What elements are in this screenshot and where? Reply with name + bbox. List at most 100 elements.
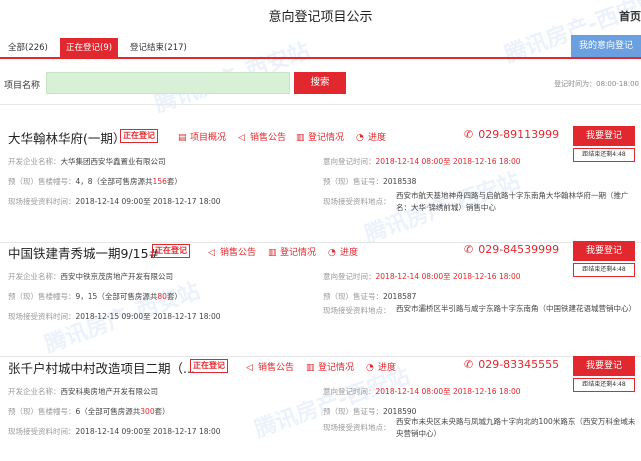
developer-value: 西安科奥房地产开发有限公司: [60, 387, 159, 396]
top-bar: 意向登记项目公示 首页: [0, 0, 641, 30]
intent-time-label: 意向登记时间：: [323, 157, 376, 166]
bar-chart-icon: ▥: [268, 248, 277, 258]
onsite-time-row: 现场接受资料时间：2018-12-14 09:00至 2018-12-17 18…: [8, 196, 221, 207]
onsite-time-value: 2018-12-14 09:00至 2018-12-17 18:00: [75, 427, 221, 436]
project-name[interactable]: 大华翰林华府(一期）: [8, 128, 125, 147]
bar-chart-icon: ▥: [296, 133, 305, 143]
onsite-addr-label: 现场接受资料地点：: [323, 197, 391, 206]
registration-status-link[interactable]: ▥ 登记情况: [268, 245, 316, 258]
cert-label: 预（现）售证号：: [323, 177, 383, 186]
developer-value: 西安中铁京茂房地产开发有限公司: [60, 272, 174, 281]
sales-notice-label: 销售公告: [250, 133, 287, 143]
registration-status-label: 登记情况: [318, 363, 355, 373]
cert-label: 预（现）售证号：: [323, 292, 383, 301]
sales-notice-link[interactable]: ◁ 销售公告: [246, 360, 294, 373]
registration-status-label: 登记情况: [308, 133, 345, 143]
intent-time-row: 意向登记时间：2018-12-14 08:00至 2018-12-16 18:0…: [323, 156, 521, 167]
phone-value: 029-84539999: [478, 243, 560, 256]
cert-row: 预（现）售证号：2018587: [323, 291, 416, 302]
developer-row: 开发企业名称：西安科奥房地产开发有限公司: [8, 386, 158, 397]
progress-label: 进度: [378, 363, 397, 373]
intent-time-value: 2018-12-14 08:00至 2018-12-16 18:00: [375, 272, 521, 281]
progress-icon: ◔: [356, 133, 364, 143]
registration-status-link[interactable]: ▥ 登记情况: [306, 360, 354, 373]
phone-number: ✆ 029-83345555: [464, 358, 559, 371]
overview-link[interactable]: ▤ 项目概况: [178, 130, 226, 143]
cert-value: 2018538: [383, 177, 417, 186]
megaphone-icon: ◁: [238, 133, 245, 143]
sales-notice-label: 销售公告: [220, 248, 257, 258]
progress-link[interactable]: ◔ 进度: [366, 360, 396, 373]
developer-label: 开发企业名称：: [8, 272, 61, 281]
project-name[interactable]: 张千户村城中村改造项目二期（...: [8, 358, 195, 377]
registration-hours: 登记时间为：08:00-18:00: [554, 80, 639, 88]
intent-time-label: 意向登记时间：: [323, 272, 376, 281]
project-name[interactable]: 中国铁建青秀城一期9/15#: [8, 243, 159, 262]
developer-label: 开发企业名称：: [8, 157, 61, 166]
onsite-time-value: 2018-12-15 09:00至 2018-12-17 18:00: [75, 312, 221, 321]
sales-notice-label: 销售公告: [258, 363, 295, 373]
register-button[interactable]: 我要登记: [573, 356, 635, 376]
intent-time-row: 意向登记时间：2018-12-14 08:00至 2018-12-16 18:0…: [323, 271, 521, 282]
sales-notice-link[interactable]: ◁ 销售公告: [238, 130, 286, 143]
building-label: 预（现）售楼幢号：: [8, 177, 76, 186]
onsite-addr-value: 西安市未央区未央路与凤城九路十字向北的100米路东（西安万科金域未央营销中心）: [396, 417, 636, 438]
divider: [0, 356, 641, 357]
onsite-time-value: 2018-12-14 09:00至 2018-12-17 18:00: [75, 197, 221, 206]
onsite-time-row: 现场接受资料时间：2018-12-14 09:00至 2018-12-17 18…: [8, 426, 221, 437]
project-entry: 大华翰林华府(一期） 正在登记 ▤ 项目概况 ◁ 销售公告 ▥ 登记情况 ◔ 进度 ✆ 0…: [0, 126, 641, 243]
phone-number: ✆ 029-89113999: [464, 128, 559, 141]
onsite-addr-label: 现场接受资料地点：: [323, 423, 391, 432]
phone-icon: ✆: [464, 358, 474, 371]
unit-count: 80: [157, 292, 167, 301]
onsite-time-label: 现场接受资料时间：: [8, 312, 76, 321]
megaphone-icon: ◁: [246, 363, 253, 373]
progress-link[interactable]: ◔ 进度: [356, 130, 386, 143]
search-button[interactable]: 搜索: [294, 72, 346, 94]
onsite-time-row: 现场接受资料时间：2018-12-15 09:00至 2018-12-17 18…: [8, 311, 221, 322]
tab-all[interactable]: 全部(226): [8, 38, 48, 58]
onsite-addr-value: 西安市航天基地神舟四路与启航路十字东南角大华翰林华府一期（推广名：大华·锦绣前城…: [396, 191, 629, 212]
my-intent-button[interactable]: 我的意向登记: [571, 35, 641, 57]
registration-status-link[interactable]: ▥ 登记情况: [296, 130, 344, 143]
page: 腾讯房产-西安站 腾讯房产-西安站 腾讯房产-西安站 腾讯房产-西安站 腾讯房产…: [0, 0, 641, 461]
progress-label: 进度: [368, 133, 387, 143]
building-row: 预（现）售楼幢号：6（全部可售房源共300套）: [8, 406, 170, 417]
home-link[interactable]: 首页: [619, 8, 641, 24]
tab-ended[interactable]: 登记结束(217): [130, 38, 187, 58]
progress-icon: ◔: [328, 248, 336, 258]
unit-count: 156: [152, 177, 167, 186]
building-row: 预（现）售楼幢号：4，8（全部可售房源共156套）: [8, 176, 182, 187]
developer-value: 大华集团西安华鑫置业有限公司: [60, 157, 166, 166]
intent-time-value: 2018-12-14 08:00至 2018-12-16 18:00: [375, 157, 521, 166]
page-title: 意向登记项目公示: [268, 10, 373, 25]
building-prefix: 4，8（全部可售房源共: [75, 177, 153, 186]
building-suffix: 套）: [166, 177, 182, 186]
cert-label: 预（现）售证号：: [323, 407, 383, 416]
cert-value: 2018590: [383, 407, 417, 416]
progress-link[interactable]: ◔ 进度: [328, 245, 358, 258]
onsite-addr-value: 西安市灞桥区半引路与咸宁东路十字东南角（中国铁建花语城营销中心）: [396, 304, 636, 313]
intent-time-label: 意向登记时间：: [323, 387, 376, 396]
building-row: 预（现）售楼幢号：9，15（全部可售房源共80套）: [8, 291, 182, 302]
search-label: 项目名称: [4, 81, 41, 91]
register-button[interactable]: 我要登记: [573, 126, 635, 146]
building-prefix: 9，15（全部可售房源共: [75, 292, 158, 301]
building-suffix: 套）: [154, 407, 170, 416]
document-icon: ▤: [178, 133, 187, 143]
cert-row: 预（现）售证号：2018538: [323, 176, 416, 187]
register-button[interactable]: 我要登记: [573, 241, 635, 261]
intent-time-row: 意向登记时间：2018-12-14 08:00至 2018-12-16 18:0…: [323, 386, 521, 397]
phone-number: ✆ 029-84539999: [464, 243, 559, 256]
building-suffix: 套）: [166, 292, 182, 301]
tab-registering[interactable]: 正在登记(9): [60, 38, 119, 58]
status-badge: 正在登记: [120, 129, 158, 143]
countdown: 距结束还剩4:48: [573, 378, 635, 392]
countdown: 距结束还剩4:48: [573, 263, 635, 277]
sales-notice-link[interactable]: ◁ 销售公告: [208, 245, 256, 258]
divider: [0, 104, 641, 105]
project-name-input[interactable]: [46, 72, 290, 94]
developer-row: 开发企业名称：大华集团西安华鑫置业有限公司: [8, 156, 166, 167]
project-entry: 中国铁建青秀城一期9/15# 正在登记 ◁ 销售公告 ▥ 登记情况 ◔ 进度 ✆ 029…: [0, 241, 641, 357]
onsite-addr-label: 现场接受资料地点：: [323, 306, 391, 315]
